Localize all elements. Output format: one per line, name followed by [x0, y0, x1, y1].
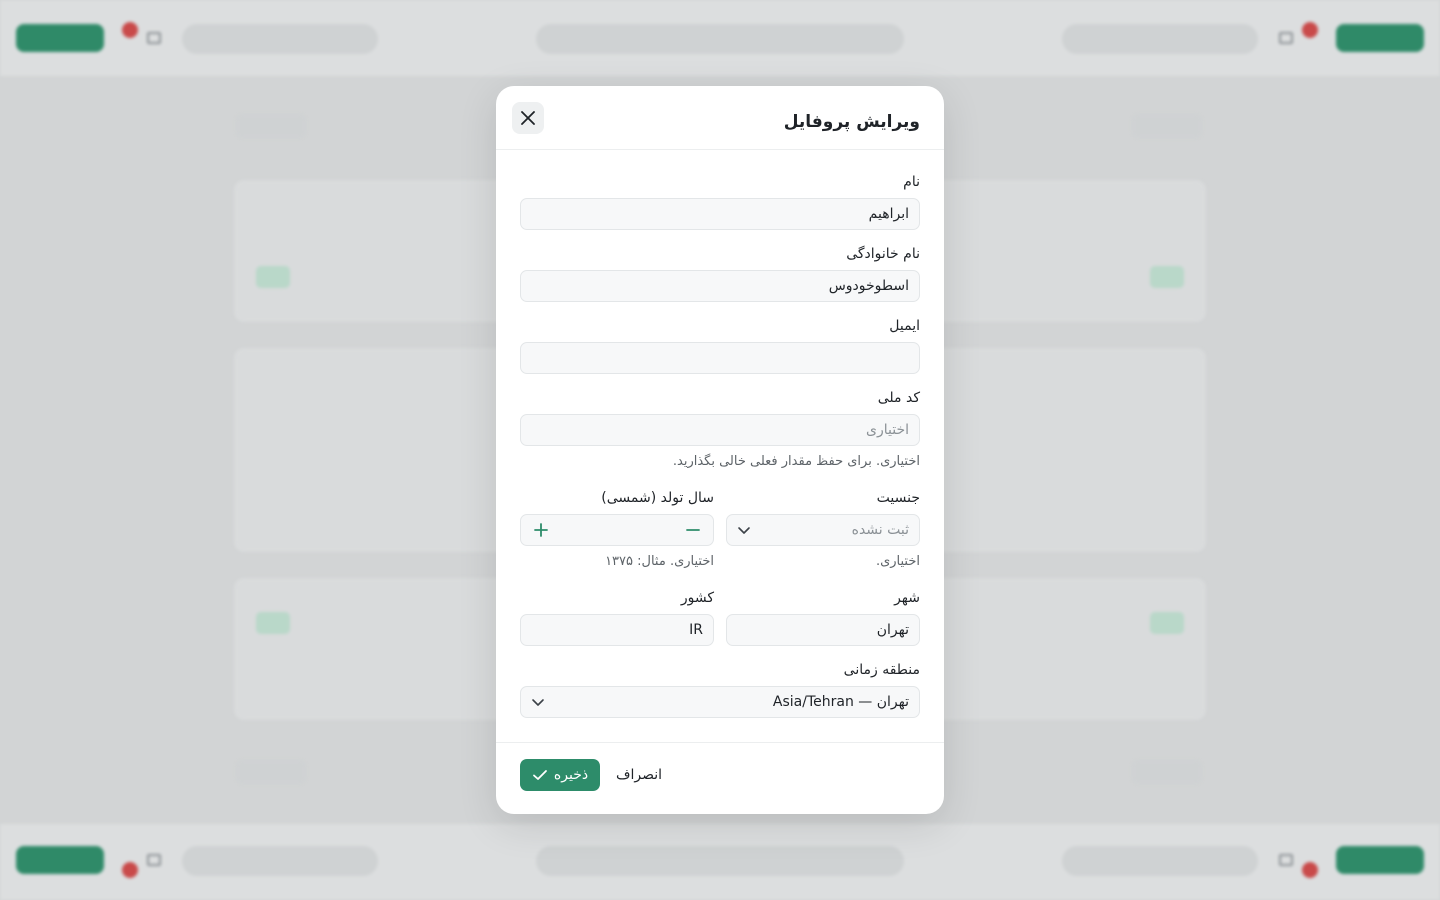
bg-pill-center — [536, 24, 904, 54]
save-button[interactable]: ذخیره — [520, 759, 600, 791]
bg-button — [16, 846, 104, 874]
modal-header: ویرایش پروفایل — [496, 86, 944, 150]
bg-pill-date — [182, 24, 378, 54]
minus-icon — [686, 529, 700, 531]
last-name-field[interactable] — [520, 270, 920, 302]
country-field[interactable] — [520, 614, 714, 646]
bg-badge — [122, 22, 138, 38]
bg-badge — [1302, 862, 1318, 878]
gender-select[interactable]: ثبت نشده — [726, 514, 920, 546]
decrement-button[interactable] — [683, 520, 703, 540]
email-label: ایمیل — [889, 318, 920, 334]
bg-icon — [147, 854, 161, 866]
bg-pill — [536, 846, 904, 876]
gender-hint: اختیاری. — [875, 554, 920, 569]
bg-edit-label — [236, 114, 306, 138]
last-name-label: نام خانوادگی — [846, 246, 920, 262]
city-label: شهر — [894, 590, 920, 606]
modal-title: ویرایش پروفایل — [783, 112, 920, 132]
gender-label: جنسیت — [876, 490, 920, 506]
bg-chip — [1150, 266, 1184, 288]
bg-label — [1132, 760, 1202, 784]
modal-footer: ذخیره انصراف — [496, 742, 944, 814]
save-button-label: ذخیره — [553, 767, 589, 783]
first-name-label: نام — [903, 174, 920, 190]
national-code-hint: اختیاری. برای حفظ مقدار فعلی خالی بگذاری… — [672, 454, 920, 469]
birth-year-hint: اختیاری. مثال: ۱۳۷۵ — [605, 554, 714, 569]
timezone-label: منطقه زمانی — [843, 662, 920, 678]
birth-year-label: سال تولد (شمسی) — [601, 490, 714, 506]
plus-icon — [534, 523, 548, 537]
timezone-select[interactable]: تهران — Asia/Tehran — [520, 686, 920, 718]
bg-icon-right — [1279, 32, 1293, 44]
bg-icon — [147, 32, 161, 44]
bg-chip — [256, 612, 290, 634]
bg-pill — [182, 846, 378, 876]
bg-pill — [1062, 846, 1258, 876]
close-icon — [521, 111, 535, 125]
increment-button[interactable] — [531, 520, 551, 540]
national-code-label: کد ملی — [877, 390, 920, 406]
bg-button-right — [1336, 24, 1424, 52]
gender-selected-value: ثبت نشده — [851, 522, 909, 538]
cancel-button[interactable]: انصراف — [608, 759, 670, 791]
chevron-down-icon — [738, 527, 750, 534]
close-button[interactable] — [512, 102, 544, 134]
city-field[interactable] — [726, 614, 920, 646]
email-field[interactable] — [520, 342, 920, 374]
national-code-field[interactable] — [520, 414, 920, 446]
bg-chip — [256, 266, 290, 288]
birth-year-stepper[interactable] — [520, 514, 714, 546]
bg-pill-right — [1062, 24, 1258, 54]
bg-icon — [1279, 854, 1293, 866]
bg-button-left — [16, 24, 104, 52]
check-icon — [533, 770, 547, 780]
bg-chip — [1150, 612, 1184, 634]
bg-label — [236, 760, 306, 784]
chevron-down-icon — [532, 699, 544, 706]
bg-badge — [122, 862, 138, 878]
timezone-selected-value: تهران — Asia/Tehran — [772, 694, 909, 710]
bg-badge-right — [1302, 22, 1318, 38]
first-name-field[interactable] — [520, 198, 920, 230]
country-label: کشور — [680, 590, 714, 606]
edit-profile-modal: ویرایش پروفایل نام نام خانوادگی ایمیل کد… — [496, 86, 944, 814]
bg-edit-label-right — [1132, 114, 1202, 138]
bg-button — [1336, 846, 1424, 874]
